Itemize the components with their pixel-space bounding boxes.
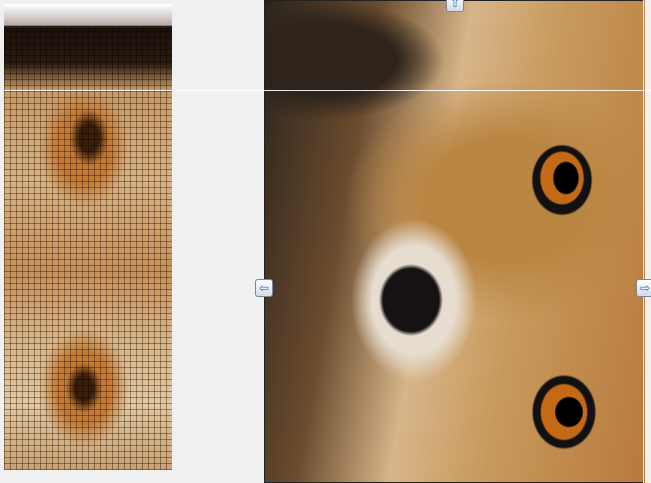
- arrow-left-icon: ⇦: [258, 281, 270, 295]
- horizontal-guide-line[interactable]: [0, 90, 651, 91]
- arrow-right-icon: ⇨: [639, 281, 651, 295]
- source-image-view[interactable]: [264, 0, 645, 483]
- mosaic-preview-header: [4, 4, 172, 26]
- mosaic-preview-panel: [4, 4, 172, 470]
- move-right-handle[interactable]: ⇨: [636, 279, 651, 297]
- vertical-guide-line[interactable]: [643, 0, 644, 483]
- move-up-handle[interactable]: ⇧: [446, 0, 464, 12]
- mosaic-preview-image: [4, 28, 172, 470]
- arrow-up-icon: ⇧: [449, 0, 461, 10]
- move-left-handle[interactable]: ⇦: [255, 279, 273, 297]
